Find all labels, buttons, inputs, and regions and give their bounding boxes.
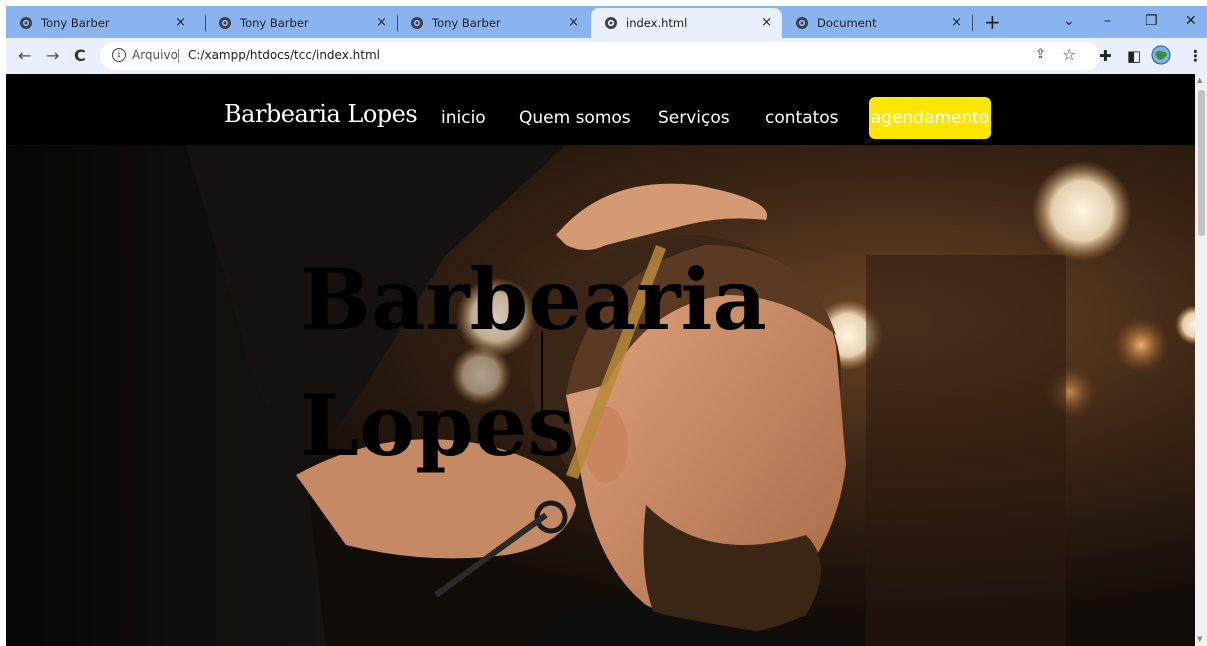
hero-title-line-2: Lopes (300, 376, 575, 475)
nav-link-inicio[interactable]: inicio (441, 108, 486, 128)
browser-window: Tony Barber × Tony Barber × Tony Barber … (6, 6, 1207, 646)
address-bar[interactable]: i Arquivo C:/xampp/htdocs/tcc/index.html… (100, 42, 1100, 70)
bookmark-star-icon[interactable]: ☆ (1062, 45, 1076, 64)
new-tab-button[interactable]: + (984, 10, 1001, 34)
minimize-button[interactable]: – (1104, 11, 1111, 31)
close-tab-icon[interactable]: × (761, 15, 772, 31)
nav-link-servicos[interactable]: Serviços (658, 108, 730, 128)
nav-link-contatos[interactable]: contatos (765, 108, 839, 128)
security-label: Arquivo (132, 48, 178, 62)
page-viewport: Barbearia Lopes inicio Quem somos Serviç… (6, 74, 1195, 646)
globe-icon (796, 17, 808, 29)
side-panel-icon[interactable]: ◧ (1127, 46, 1141, 66)
text-cursor (541, 331, 543, 411)
close-tab-icon[interactable]: × (175, 15, 186, 31)
globe-icon (20, 17, 32, 29)
scroll-down-arrow-icon[interactable]: ▼ (1197, 635, 1202, 643)
back-button[interactable]: ← (18, 46, 31, 66)
tab-title: Tony Barber (240, 16, 309, 30)
globe-icon (605, 17, 617, 29)
tab-title: Tony Barber (41, 16, 110, 30)
forward-button[interactable]: → (46, 46, 59, 66)
scroll-up-arrow-icon[interactable]: ▲ (1197, 76, 1202, 84)
site-navbar: Barbearia Lopes inicio Quem somos Serviç… (6, 74, 1195, 145)
tab-separator (972, 15, 973, 31)
tab-title: Document (817, 16, 877, 30)
close-tab-icon[interactable]: × (376, 15, 387, 31)
hero-title-line-1: Barbearia (300, 250, 767, 349)
globe-icon (411, 17, 423, 29)
tab-tony-barber-2[interactable]: Tony Barber × (205, 8, 397, 38)
hero-title: Barbearia Lopes (300, 237, 767, 489)
browser-menu-icon[interactable]: ⋮ (1188, 46, 1203, 66)
tab-index-html[interactable]: index.html × (591, 8, 782, 38)
browser-toolbar: ← → C i Arquivo C:/xampp/htdocs/tcc/inde… (6, 38, 1207, 74)
scroll-thumb[interactable] (1198, 90, 1205, 236)
agendamento-button[interactable]: agendamento (869, 97, 991, 139)
restore-button[interactable]: ❐ (1145, 11, 1158, 31)
share-icon[interactable]: ⇪ (1035, 47, 1046, 62)
profile-avatar-icon[interactable] (1151, 45, 1171, 65)
nav-link-quem-somos[interactable]: Quem somos (519, 108, 631, 128)
omnibox-divider (178, 49, 179, 63)
extensions-icon[interactable]: ✚ (1099, 46, 1112, 66)
tab-title: Tony Barber (432, 16, 501, 30)
close-tab-icon[interactable]: × (951, 15, 962, 31)
reload-button[interactable]: C (74, 46, 86, 66)
tab-tony-barber-1[interactable]: Tony Barber × (6, 8, 196, 38)
tab-tony-barber-3[interactable]: Tony Barber × (397, 8, 589, 38)
tab-strip: Tony Barber × Tony Barber × Tony Barber … (6, 6, 1207, 38)
url-text[interactable]: C:/xampp/htdocs/tcc/index.html (188, 48, 380, 62)
tab-title: index.html (626, 16, 688, 30)
page-scrollbar[interactable]: ▲ ▼ (1195, 74, 1207, 646)
hero-section: Barbearia Lopes (6, 145, 1195, 646)
tab-document[interactable]: Document × (782, 8, 972, 38)
site-brand[interactable]: Barbearia Lopes (224, 100, 418, 128)
info-icon[interactable]: i (112, 48, 126, 62)
close-tab-icon[interactable]: × (568, 15, 579, 31)
tab-search-button[interactable]: ⌄ (1063, 11, 1075, 31)
globe-icon (219, 17, 231, 29)
close-window-button[interactable]: ✕ (1185, 11, 1197, 31)
